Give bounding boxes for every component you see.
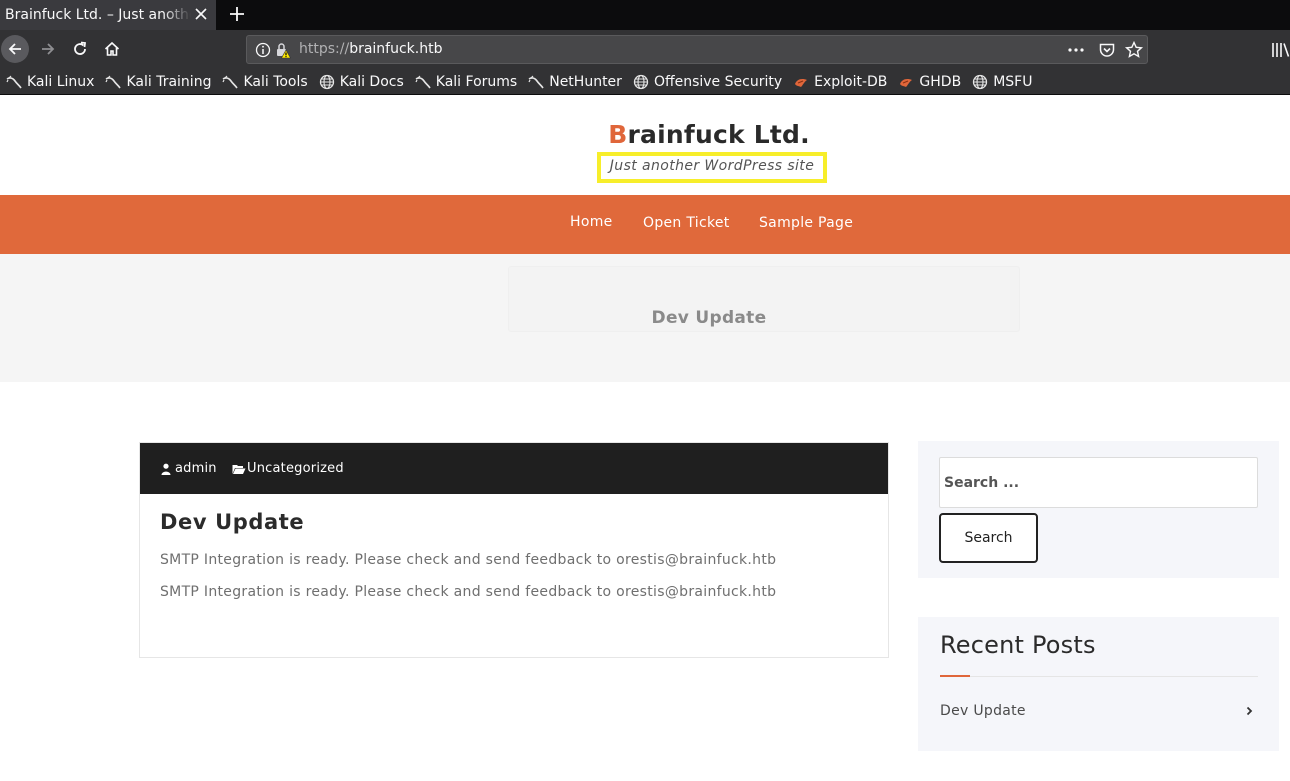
reload-icon (74, 41, 87, 55)
tab-bar: Brainfuck Ltd. – Just another WordPress … (0, 0, 1290, 30)
bookmark-label: Kali Training (126, 73, 212, 90)
bookmark-item[interactable]: Offensive Security (633, 69, 782, 95)
insecure-lock-icon[interactable] (274, 41, 292, 59)
forward-arrow-icon (42, 43, 55, 55)
recent-post-item[interactable]: Dev Update (940, 703, 1258, 719)
reload-button[interactable] (66, 35, 94, 63)
url-scheme: https:// (299, 41, 350, 57)
tagline-highlight: Just another WordPress site (597, 152, 827, 183)
bookmark-label: Kali Forums (435, 73, 518, 90)
post-author[interactable]: admin (160, 461, 217, 476)
url-host: brainfuck.htb (349, 41, 443, 57)
bookmark-star-icon[interactable] (1124, 40, 1144, 60)
site-title-rest: rainfuck Ltd. (627, 120, 810, 149)
close-tab-icon[interactable] (192, 5, 210, 23)
exploitdb-icon (793, 74, 809, 90)
page-title: Dev Update (651, 308, 767, 328)
bookmark-item[interactable]: Kali Docs (319, 69, 404, 95)
bookmark-item[interactable]: Kali Linux (6, 69, 94, 95)
site-tagline: Just another WordPress site (609, 158, 815, 174)
heading-accent-bar (940, 675, 970, 677)
url-text[interactable]: https://brainfuck.htb (299, 41, 442, 57)
globe-icon (319, 74, 335, 90)
back-arrow-icon (8, 43, 21, 55)
bookmark-item[interactable]: Kali Forums (415, 69, 517, 95)
address-bar[interactable]: https://brainfuck.htb (246, 35, 1148, 64)
nav-item-open-ticket[interactable]: Open Ticket (643, 215, 730, 231)
site-title[interactable]: Brainfuck Ltd. (0, 120, 1290, 149)
bookmark-label: Kali Tools (243, 73, 308, 90)
divider (940, 676, 1258, 677)
post-paragraph: SMTP Integration is ready. Please check … (160, 584, 777, 600)
back-button[interactable] (1, 35, 29, 63)
recent-posts-heading: Recent Posts (940, 631, 1096, 659)
page-actions-icon[interactable] (1067, 42, 1085, 58)
bookmarks-toolbar: Kali Linux Kali Training Kali Tools Kali… (0, 69, 1290, 95)
globe-icon (972, 74, 988, 90)
kali-dragon-icon (105, 74, 122, 90)
search-input[interactable] (939, 457, 1258, 508)
recent-posts-widget: Recent Posts Dev Update (918, 617, 1279, 751)
bookmark-item[interactable]: Kali Tools (222, 69, 308, 95)
home-button[interactable] (98, 35, 126, 63)
forward-button[interactable] (34, 35, 62, 63)
site-title-first-letter: B (608, 120, 628, 149)
bookmark-label: Offensive Security (653, 73, 783, 90)
post-meta-bar: admin Uncategorized (140, 443, 888, 494)
library-icon[interactable] (1270, 40, 1290, 60)
bookmark-label: NetHunter (549, 73, 622, 90)
bookmark-item[interactable]: Exploit-DB (793, 69, 887, 95)
site-header: Brainfuck Ltd. Just another WordPress si… (0, 96, 1290, 195)
kali-dragon-icon (528, 74, 544, 90)
globe-icon (633, 74, 649, 90)
post-paragraph: SMTP Integration is ready. Please check … (160, 552, 777, 568)
pocket-icon[interactable] (1098, 41, 1116, 59)
folder-open-icon (232, 464, 246, 474)
post-card: admin Uncategorized Dev Update SMTP Inte… (139, 442, 889, 658)
bookmark-label: Kali Docs (339, 73, 404, 90)
page-banner: Dev Update (0, 254, 1290, 382)
tab-title: Brainfuck Ltd. – Just another WordPress … (5, 7, 191, 23)
post-title[interactable]: Dev Update (160, 510, 304, 534)
bookmark-item[interactable]: GHDB (898, 69, 961, 95)
search-button[interactable]: Search (939, 513, 1038, 563)
user-icon (161, 463, 171, 475)
exploitdb-icon (898, 74, 914, 90)
bookmark-item[interactable]: NetHunter (528, 69, 622, 95)
bookmark-label: MSFU (993, 73, 1033, 90)
new-tab-icon[interactable] (227, 4, 247, 24)
bookmark-item[interactable]: Kali Training (105, 69, 211, 95)
post-author-name: admin (175, 461, 217, 476)
post-category-name: Uncategorized (247, 461, 344, 476)
bookmark-label: Kali Linux (27, 73, 95, 90)
bookmark-label: GHDB (919, 73, 962, 90)
kali-dragon-icon (222, 74, 239, 90)
post-category[interactable]: Uncategorized (232, 461, 344, 476)
bookmark-item[interactable]: MSFU (972, 69, 1032, 95)
recent-post-link[interactable]: Dev Update (940, 703, 1026, 719)
nav-item-home[interactable]: Home (570, 214, 613, 230)
info-icon[interactable] (255, 42, 271, 58)
bookmark-label: Exploit-DB (814, 73, 888, 90)
browser-tab[interactable]: Brainfuck Ltd. – Just another WordPress … (0, 0, 216, 30)
kali-dragon-icon (415, 74, 431, 90)
nav-item-sample-page[interactable]: Sample Page (759, 215, 853, 231)
home-icon (104, 41, 120, 56)
search-widget: Search (918, 441, 1279, 578)
chevron-right-icon (1246, 706, 1253, 716)
browser-toolbar: https://brainfuck.htb (0, 30, 1290, 69)
main-navigation: Home Open Ticket Sample Page (0, 195, 1290, 254)
kali-dragon-icon (6, 74, 22, 90)
